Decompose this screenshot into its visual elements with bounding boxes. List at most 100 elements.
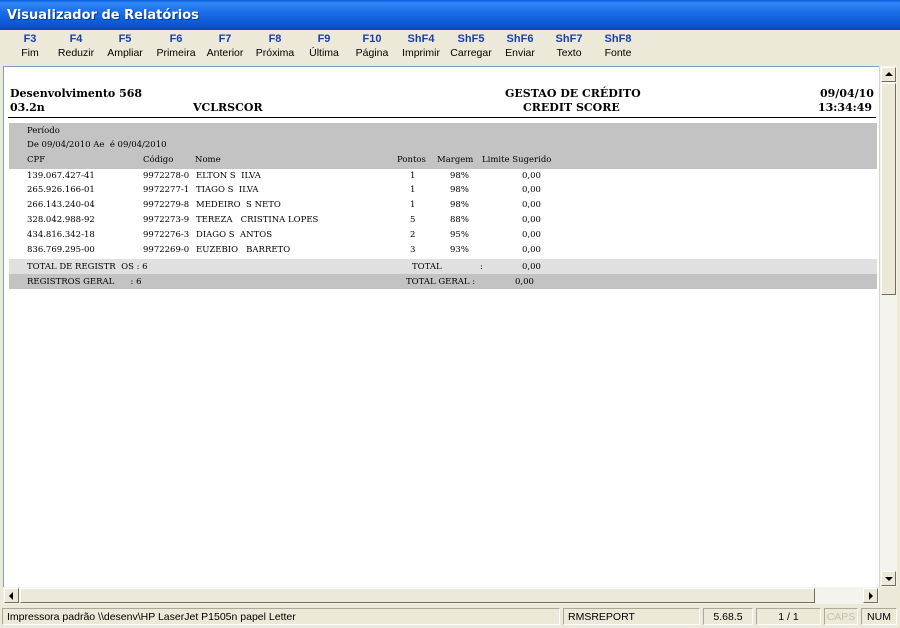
button-label: Imprimir	[402, 47, 440, 59]
end-button[interactable]: F3 Fim	[5, 33, 55, 59]
horizontal-scroll-thumb[interactable]	[20, 588, 815, 603]
row-pontos: 5	[410, 215, 416, 225]
report-date: 09/04/10	[820, 87, 874, 100]
vertical-scrollbar[interactable]	[879, 66, 897, 587]
arrow-down-icon	[885, 577, 893, 581]
shortcut-key: ShF8	[604, 33, 632, 45]
row-nome: MEDEIRO S NETO	[196, 200, 281, 210]
scroll-right-button[interactable]	[863, 588, 878, 603]
total-value: 0,00	[522, 262, 541, 272]
header-divider	[8, 117, 876, 118]
horizontal-scrollbar[interactable]	[3, 587, 879, 604]
col-pontos: Pontos	[397, 155, 426, 165]
status-version: 5.68.5	[703, 608, 753, 625]
scroll-corner	[879, 587, 897, 604]
row-pontos: 1	[410, 185, 416, 195]
row-codigo: 9972273-9	[143, 215, 190, 225]
font-button[interactable]: ShF8 Fonte	[593, 33, 643, 59]
shortcut-key: F8	[268, 33, 282, 45]
last-page-button[interactable]: F9 Última	[299, 33, 349, 59]
scroll-thumb[interactable]	[881, 83, 896, 295]
scroll-left-button[interactable]	[4, 588, 19, 603]
status-num: NUM	[861, 608, 897, 625]
shortcut-key: ShF5	[457, 33, 485, 45]
row-nome: TIAGO S ILVA	[196, 185, 259, 195]
zoom-in-button[interactable]: F5 Ampliar	[100, 33, 150, 59]
status-caps: CAPS	[824, 608, 858, 625]
row-limite: 0,00	[522, 171, 541, 181]
row-cpf: 836.769.295-00	[27, 245, 95, 255]
row-nome: TEREZA CRISTINA LOPES	[196, 215, 319, 225]
button-label: Anterior	[206, 47, 244, 59]
status-bar: Impressora padrão \\desenv\HP LaserJet P…	[0, 605, 900, 628]
row-codigo: 9972278-0	[143, 171, 190, 181]
shortcut-key: F10	[362, 33, 382, 45]
button-label: Fim	[21, 47, 39, 59]
scroll-down-button[interactable]	[881, 571, 896, 586]
row-cpf: 265.926.166-01	[27, 185, 95, 195]
period-value: De 09/04/2010 Ae é 09/04/2010	[27, 140, 167, 150]
button-label: Enviar	[505, 47, 535, 59]
row-cpf: 328.042.988-92	[27, 215, 95, 225]
print-button[interactable]: ShF4 Imprimir	[396, 33, 446, 59]
zoom-out-button[interactable]: F4 Reduzir	[51, 33, 101, 59]
button-label: Reduzir	[57, 47, 95, 59]
button-label: Próxima	[255, 47, 295, 59]
row-codigo: 9972279-8	[143, 200, 190, 210]
row-limite: 0,00	[522, 230, 541, 240]
row-codigo: 9972276-3	[143, 230, 190, 240]
row-codigo: 9972269-0	[143, 245, 190, 255]
window-title-bar[interactable]: Visualizador de Relatórios	[0, 0, 900, 30]
row-pontos: 2	[410, 230, 416, 240]
report-subtitle: CREDIT SCORE	[523, 101, 620, 114]
row-pontos: 3	[410, 245, 416, 255]
report-title: GESTAO DE CRÉDITO	[505, 87, 641, 100]
row-margem: 98%	[450, 185, 469, 195]
arrow-right-icon	[869, 592, 873, 600]
row-cpf: 266.143.240-04	[27, 200, 95, 210]
text-button[interactable]: ShF7 Texto	[544, 33, 594, 59]
button-label: Última	[309, 47, 339, 59]
next-page-button[interactable]: F8 Próxima	[250, 33, 300, 59]
arrow-up-icon	[885, 72, 893, 76]
button-label: Primeira	[156, 47, 196, 59]
col-limite: Limite Sugerido	[482, 155, 552, 165]
report-company: Desenvolvimento 568	[10, 87, 143, 100]
previous-page-button[interactable]: F7 Anterior	[200, 33, 250, 59]
total-separator: :	[480, 262, 483, 272]
shortcut-key: F7	[218, 33, 232, 45]
button-label: Fonte	[604, 47, 632, 59]
row-codigo: 9972277-1	[143, 185, 190, 195]
row-margem: 93%	[450, 245, 469, 255]
shortcut-key: F9	[317, 33, 331, 45]
page-button[interactable]: F10 Página	[347, 33, 397, 59]
col-margem: Margem	[437, 155, 474, 165]
button-label: Carregar	[450, 47, 492, 59]
period-label: Período	[27, 126, 60, 136]
row-margem: 98%	[450, 200, 469, 210]
button-label: Texto	[556, 47, 582, 59]
report-page[interactable]: Desenvolvimento 568 03.2n VCLRSCOR GESTA…	[3, 66, 880, 588]
row-nome: ELTON S ILVA	[196, 171, 261, 181]
report-program: VCLRSCOR	[193, 101, 263, 114]
arrow-left-icon	[9, 592, 13, 600]
send-button[interactable]: ShF6 Enviar	[495, 33, 545, 59]
total-label: TOTAL	[412, 262, 442, 272]
row-pontos: 1	[410, 171, 416, 181]
row-limite: 0,00	[522, 200, 541, 210]
toolbar: F3 Fim F4 Reduzir F5 Ampliar F6 Primeira F7 A…	[3, 30, 897, 66]
registros-geral: REGISTROS GERAL : 6	[27, 277, 142, 287]
button-label: Ampliar	[107, 47, 143, 59]
first-page-button[interactable]: F6 Primeira	[151, 33, 201, 59]
shortcut-key: F6	[169, 33, 183, 45]
shortcut-key: ShF7	[555, 33, 583, 45]
row-margem: 88%	[450, 215, 469, 225]
row-limite: 0,00	[522, 245, 541, 255]
shortcut-key: ShF6	[506, 33, 534, 45]
scroll-up-button[interactable]	[881, 67, 896, 82]
row-limite: 0,00	[522, 185, 541, 195]
shortcut-key: ShF4	[407, 33, 435, 45]
load-button[interactable]: ShF5 Carregar	[446, 33, 496, 59]
shortcut-key: F3	[23, 33, 37, 45]
window-title: Visualizador de Relatórios	[7, 8, 199, 23]
